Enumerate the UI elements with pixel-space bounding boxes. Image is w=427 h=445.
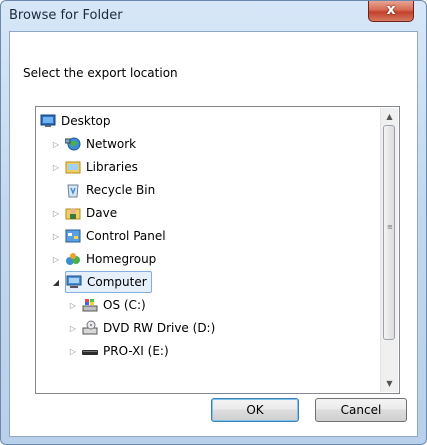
browse-folder-dialog: Browse for Folder x Select the export lo… [0, 0, 427, 445]
scroll-up-arrow-icon[interactable]: ▲ [381, 108, 398, 125]
tree-item-label: Recycle Bin [86, 183, 156, 197]
user-folder-icon [65, 205, 81, 221]
usb-drive-icon [82, 343, 98, 359]
scroll-down-arrow-icon[interactable]: ▼ [381, 375, 398, 392]
tree-item-dave[interactable]: ▷ Dave [50, 202, 117, 224]
tree-item-network[interactable]: ▷ Network [50, 133, 136, 155]
ok-button[interactable]: OK [211, 398, 299, 422]
tree-item-recycle-bin[interactable]: Recycle Bin [65, 179, 155, 201]
title-bar[interactable]: Browse for Folder x [1, 1, 426, 31]
dialog-title: Browse for Folder [9, 8, 123, 23]
close-icon: x [386, 2, 396, 18]
tree-item-desktop[interactable]: Desktop [40, 110, 111, 132]
expand-arrow-icon[interactable]: ▷ [67, 324, 79, 333]
dialog-client-area: Select the export location Desktop ▷ Net… [9, 31, 418, 437]
control-panel-icon [65, 228, 81, 244]
hard-drive-icon [82, 297, 98, 313]
tree-item-label: Dave [86, 206, 118, 220]
collapse-arrow-icon[interactable]: ◢ [50, 278, 62, 287]
expand-arrow-icon[interactable]: ▷ [67, 301, 79, 310]
network-icon [64, 136, 81, 152]
tree-item-os-c[interactable]: ▷ OS (C:) [67, 294, 146, 316]
tree-item-label: Control Panel [86, 229, 166, 243]
tree-item-pro-xi-e[interactable]: ▷ PRO-XI (E:) [67, 340, 169, 362]
instruction-text: Select the export location [23, 66, 178, 80]
expand-arrow-icon[interactable]: ▷ [50, 255, 62, 264]
tree-item-label: Network [86, 137, 137, 151]
dvd-drive-icon [82, 320, 98, 336]
grip-icon: ≡ [387, 223, 393, 231]
tree-item-label: Libraries [86, 160, 138, 174]
tree-item-label: Desktop [61, 114, 111, 128]
tree-item-label: DVD RW Drive (D:) [103, 321, 216, 335]
cancel-button[interactable]: Cancel [315, 398, 407, 422]
expand-arrow-icon[interactable]: ▷ [50, 232, 62, 241]
close-button[interactable]: x [368, 1, 414, 22]
expand-arrow-icon[interactable]: ▷ [50, 209, 62, 218]
computer-icon [66, 274, 82, 290]
expand-arrow-icon[interactable]: ▷ [67, 347, 79, 356]
tree-item-label: OS (C:) [103, 298, 146, 312]
recycle-bin-icon [65, 182, 81, 198]
expand-arrow-icon[interactable]: ▷ [50, 163, 62, 172]
tree-item-control-panel[interactable]: ▷ Control Panel [50, 225, 166, 247]
desktop-icon [40, 113, 56, 129]
scrollbar-thumb[interactable]: ≡ [383, 125, 395, 340]
expand-arrow-icon[interactable]: ▷ [50, 140, 62, 149]
homegroup-icon [65, 251, 81, 267]
tree-item-computer[interactable]: ◢ Computer [50, 271, 152, 293]
vertical-scrollbar[interactable]: ▲ ≡ ▼ [380, 108, 398, 392]
tree-item-dvd-d[interactable]: ▷ DVD RW Drive (D:) [67, 317, 215, 339]
libraries-icon [65, 159, 81, 175]
tree-item-label: PRO-XI (E:) [103, 344, 169, 358]
selected-item-highlight[interactable]: Computer [65, 271, 152, 293]
folder-tree[interactable]: Desktop ▷ Network ▷ Libraries Recycle Bi… [35, 106, 400, 394]
tree-item-label: Homegroup [86, 252, 157, 266]
tree-item-libraries[interactable]: ▷ Libraries [50, 156, 138, 178]
tree-item-homegroup[interactable]: ▷ Homegroup [50, 248, 156, 270]
tree-item-label: Computer [87, 275, 147, 289]
